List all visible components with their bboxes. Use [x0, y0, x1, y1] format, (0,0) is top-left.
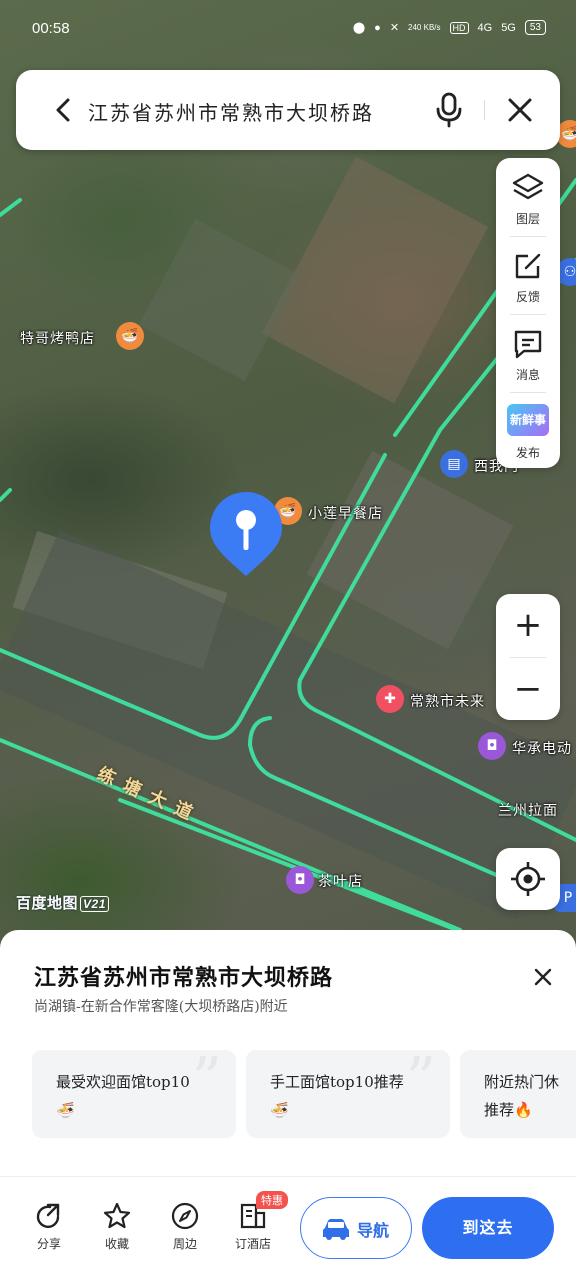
car-icon — [323, 1219, 349, 1240]
search-query[interactable]: 江苏省苏州市常熟市大坝桥路 — [88, 97, 374, 126]
card-text: 🍜 — [270, 1101, 289, 1119]
building-icon[interactable]: ▤ — [440, 450, 468, 478]
crosshair-icon — [511, 862, 545, 896]
share-icon — [36, 1203, 60, 1228]
poi-label[interactable]: 茶叶店 — [318, 871, 363, 891]
watermark-text: 百度地图 — [16, 895, 79, 912]
poi-label[interactable]: 小莲早餐店 — [308, 503, 383, 523]
divider — [510, 392, 546, 393]
microphone-icon[interactable] — [434, 92, 464, 128]
favorite-button[interactable]: 收藏 — [92, 1201, 142, 1252]
recommendation-cards: ” 最受欢迎面馆top10 🍜 ” 手工面馆top10推荐 🍜 附近热门休 推荐… — [32, 1050, 576, 1140]
card-text: 🍜 — [56, 1101, 75, 1119]
locate-me-button[interactable] — [496, 848, 560, 910]
bottom-action-bar: 分享 收藏 周边 订酒店 特惠 导航 到这去 — [0, 1176, 576, 1280]
go-here-button[interactable]: 到这去 — [422, 1197, 554, 1259]
feedback-icon — [515, 253, 541, 279]
share-button[interactable]: 分享 — [24, 1201, 74, 1252]
fresh-news-icon: 新鲜事 — [507, 404, 549, 436]
close-icon[interactable] — [506, 96, 534, 124]
poi-label[interactable]: 常熟市未来 — [410, 691, 485, 711]
recommendation-card[interactable]: 附近热门休 推荐🔥 — [460, 1050, 576, 1138]
status-bar: 00:58 ⬤ ● ✕ 240 KB/s HD 4G 5G 53 — [0, 0, 576, 60]
fresh-news-label: 新鲜事 — [509, 413, 546, 427]
deal-badge: 特惠 — [256, 1191, 288, 1209]
card-text: 推荐🔥 — [484, 1101, 533, 1119]
card-text: 手工面馆top10推荐 — [270, 1073, 404, 1091]
recommendation-card[interactable]: ” 最受欢迎面馆top10 🍜 — [32, 1050, 236, 1138]
tool-messages[interactable]: 消息 — [496, 318, 560, 394]
search-bar[interactable]: 江苏省苏州市常熟市大坝桥路 — [16, 70, 560, 150]
tool-label: 图层 — [515, 212, 540, 226]
poi-label[interactable]: 特哥烤鸭店 — [20, 328, 95, 348]
star-icon — [103, 1202, 131, 1229]
close-sheet-icon[interactable] — [530, 964, 556, 990]
tool-feedback[interactable]: 反馈 — [496, 240, 560, 316]
tool-label: 反馈 — [515, 290, 540, 304]
tool-publish[interactable]: 新鲜事 发布 — [496, 396, 560, 472]
card-text: 附近热门休 — [484, 1073, 560, 1091]
net-speed: 240 KB/s — [408, 23, 441, 32]
navigate-button[interactable]: 导航 — [300, 1197, 412, 1259]
recommendation-card[interactable]: ” 手工面馆top10推荐 🍜 — [246, 1050, 450, 1138]
tool-label: 发布 — [515, 446, 540, 460]
hd-icon: HD — [449, 21, 469, 34]
place-title: 江苏省苏州市常熟市大坝桥路 — [34, 965, 334, 991]
shopping-bag-icon[interactable]: ◘ — [286, 866, 314, 894]
card-text: 最受欢迎面馆top10 — [56, 1073, 190, 1091]
shopping-bag-icon[interactable]: ◘ — [478, 732, 506, 760]
watermark-version: V21 — [80, 896, 109, 912]
navigate-label: 导航 — [357, 1221, 390, 1240]
location-pin-icon[interactable] — [206, 488, 286, 584]
mic-status-icon: ● — [374, 21, 381, 34]
poi-label[interactable]: 兰州拉面 — [498, 800, 558, 820]
hotel-label: 订酒店 — [234, 1237, 271, 1251]
divider — [510, 314, 546, 315]
nearby-label: 周边 — [172, 1237, 197, 1251]
status-time: 00:58 — [32, 20, 70, 37]
poi-label[interactable]: 华承电动 — [512, 738, 572, 758]
signal-5g: 5G — [501, 21, 516, 34]
tool-label: 消息 — [515, 368, 540, 382]
share-label: 分享 — [36, 1237, 61, 1251]
zoom-out-button[interactable]: − — [496, 658, 560, 720]
tool-layers[interactable]: 图层 — [496, 162, 560, 238]
divider — [510, 236, 546, 237]
zoom-control: + − — [496, 594, 560, 720]
mute-status-icon: ✕ — [389, 22, 400, 34]
nearby-button[interactable]: 周边 — [160, 1201, 210, 1252]
divider — [484, 100, 485, 120]
map-tools-panel: 图层 反馈 消息 新鲜事 发布 — [496, 158, 560, 468]
message-icon — [514, 330, 542, 359]
location-status-icon: ⬤ — [352, 22, 366, 34]
battery-indicator: 53 — [524, 20, 546, 35]
back-arrow-icon[interactable] — [50, 96, 78, 124]
zoom-in-button[interactable]: + — [496, 594, 560, 656]
pharmacy-icon[interactable]: ✚ — [376, 685, 404, 713]
favorite-label: 收藏 — [104, 1237, 129, 1251]
layers-icon — [512, 173, 544, 200]
compass-icon — [171, 1202, 199, 1230]
place-subtitle: 尚湖镇-在新合作常客隆(大坝桥路店)附近 — [34, 999, 288, 1015]
map-watermark: 百度地图 V21 — [16, 892, 109, 913]
signal-4g: 4G — [477, 21, 493, 34]
restaurant-icon[interactable]: 🍜 — [116, 322, 144, 350]
